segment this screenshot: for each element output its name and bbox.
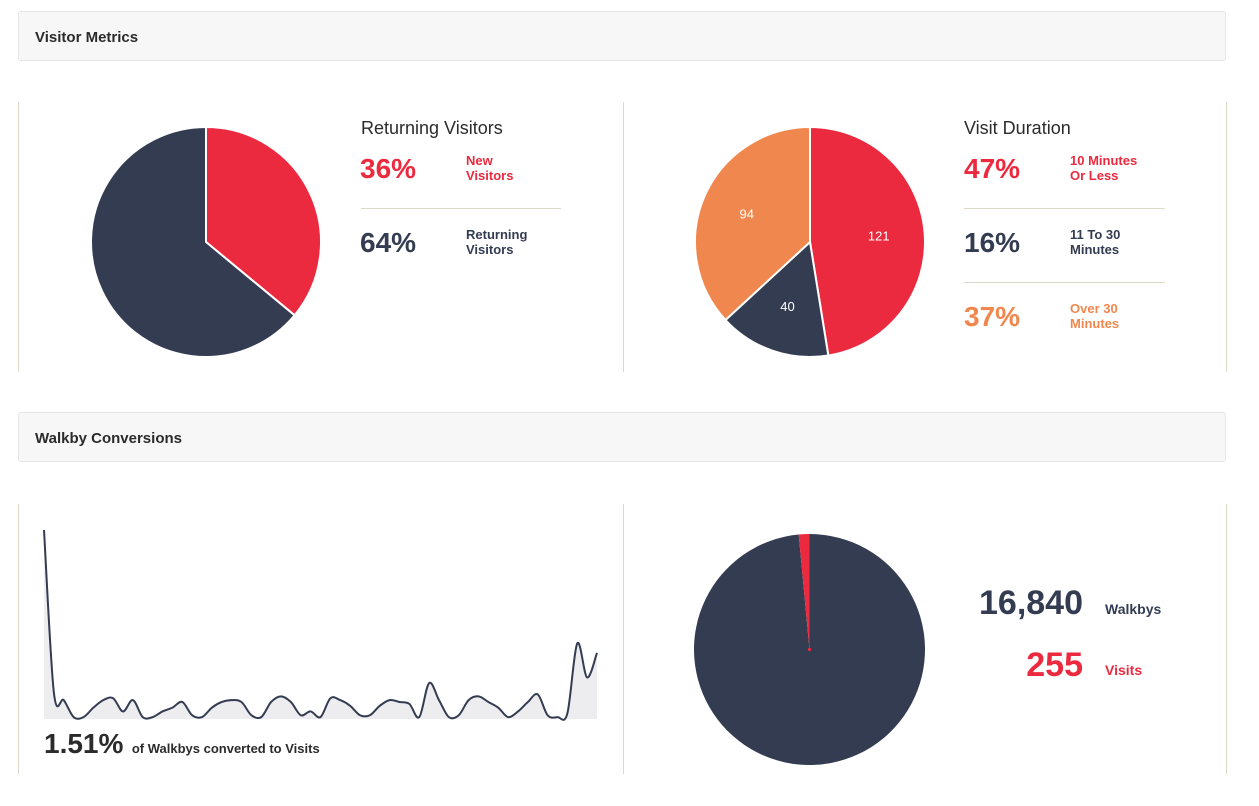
divider — [1226, 102, 1227, 372]
visit-duration-title: Visit Duration — [964, 118, 1071, 138]
walkby-visits-pie — [694, 534, 925, 765]
visit-duration-pie: 121 40 94 — [694, 125, 926, 358]
duration-mid-label: 11 To 30 Minutes — [1070, 227, 1121, 257]
pie-slice-value: 121 — [868, 228, 890, 243]
duration-long-pct: 37% — [964, 301, 1021, 332]
walkbys-label: Walkbys — [1105, 601, 1162, 617]
visitor-metrics-header: Visitor Metrics — [18, 11, 1226, 61]
visitor-metrics-title: Visitor Metrics — [35, 29, 139, 46]
sparkline-line — [43, 529, 598, 721]
pie-slice-value: 94 — [740, 206, 754, 221]
conversion-text: of Walkbys converted to Visits — [131, 741, 320, 756]
walkbys-value: 16,840 — [979, 584, 1083, 622]
walkby-sparkline — [43, 529, 598, 721]
divider — [623, 102, 624, 372]
row-divider — [361, 208, 561, 209]
new-visitors-pct: 36% — [360, 153, 417, 184]
returning-visitors-title: Returning Visitors — [361, 118, 503, 138]
visits-label: Visits — [1105, 662, 1143, 678]
returning-visitors-pct: 64% — [360, 227, 417, 258]
conversion-pct: 1.51% — [44, 728, 124, 759]
walkby-conversions-title: Walkby Conversions — [35, 430, 182, 447]
conversion-summary: 1.51% of Walkbys converted to Visits — [44, 728, 320, 760]
pie-slice-value: 40 — [780, 299, 794, 314]
duration-long-label: Over 30 Minutes — [1070, 301, 1120, 331]
visits-value: 255 — [1026, 646, 1083, 684]
row-divider — [964, 282, 1165, 283]
duration-mid-pct: 16% — [964, 227, 1021, 258]
visits-marker — [807, 647, 812, 652]
duration-short-pct: 47% — [964, 153, 1021, 184]
row-divider — [964, 208, 1165, 209]
divider — [623, 504, 624, 774]
returning-visitors-pie — [90, 125, 322, 358]
walkby-conversions-header: Walkby Conversions — [18, 412, 1226, 462]
returning-visitors-label: Returning Visitors — [466, 227, 528, 257]
divider — [1226, 504, 1227, 774]
new-visitors-label: New Visitors — [466, 153, 514, 183]
divider — [18, 102, 19, 372]
duration-short-label: 10 Minutes Or Less — [1070, 153, 1138, 183]
sparkline-area — [44, 530, 597, 720]
divider — [18, 504, 19, 774]
